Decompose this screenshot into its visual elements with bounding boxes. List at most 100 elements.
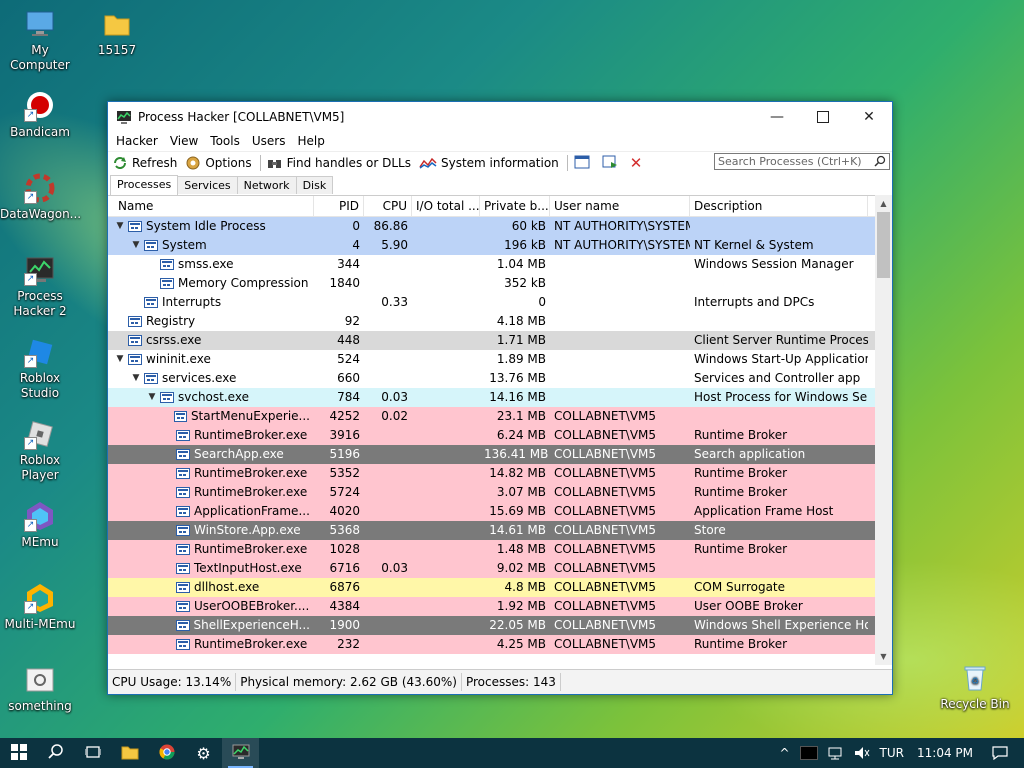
cell-pid: 344 — [337, 257, 360, 271]
vertical-scrollbar[interactable]: ▲ ▼ — [875, 195, 892, 665]
tab-processes[interactable]: Processes — [110, 175, 179, 195]
menu-users[interactable]: Users — [246, 134, 292, 148]
search-processes-input[interactable]: Search Processes (Ctrl+K) — [714, 153, 890, 170]
column-header-pid[interactable]: PID — [314, 196, 364, 216]
network-icon[interactable] — [828, 746, 844, 760]
taskbar-settings[interactable]: ⚙ — [185, 738, 222, 768]
table-row[interactable]: ApplicationFrame... 4020 15.69 MB COLLABNET… — [108, 502, 890, 521]
table-row[interactable]: ▼ System 4 5.90 196 kB NT AUTHORITY\SYSTEM NT … — [108, 236, 890, 255]
shortcut-arrow-icon: ↗ — [24, 109, 37, 122]
table-row[interactable]: RuntimeBroker.exe 1028 1.48 MB COLLABNET\VM… — [108, 540, 890, 559]
go-to-window-button[interactable] — [602, 155, 618, 172]
terminate-button[interactable]: ✕ — [630, 154, 643, 172]
table-row[interactable]: RuntimeBroker.exe 5352 14.82 MB COLLABNET\V… — [108, 464, 890, 483]
table-row[interactable]: Registry 92 4.18 MB — [108, 312, 890, 331]
table-row[interactable]: StartMenuExperie... 4252 0.02 23.1 MB COLLAB… — [108, 407, 890, 426]
taskbar-file-explorer[interactable] — [111, 738, 148, 768]
system-information-button[interactable]: System information — [419, 156, 559, 170]
column-header-name[interactable]: Name — [108, 196, 314, 216]
table-row[interactable]: csrss.exe 448 1.71 MB Client Server Runtime… — [108, 331, 890, 350]
cell-io — [412, 464, 480, 483]
options-button[interactable]: Options — [185, 155, 252, 171]
desktop-icon-multi-memu[interactable]: ↗ Multi-MEmu — [0, 582, 80, 632]
desktop-icon-my-computer[interactable]: My Computer — [0, 8, 80, 73]
cell-user-name — [550, 388, 690, 407]
task-view-button[interactable] — [74, 738, 111, 768]
clock[interactable]: 11:04 PM — [917, 746, 973, 760]
desktop-icon-folder-15157[interactable]: 15157 — [77, 8, 157, 58]
table-row[interactable]: TextInputHost.exe 6716 0.03 9.02 MB COLLABNE… — [108, 559, 890, 578]
desktop-icon-bandicam[interactable]: ↗ Bandicam — [0, 90, 80, 140]
find-handles-button[interactable]: Find handles or DLLs — [267, 156, 411, 170]
table-row[interactable]: ▼ wininit.exe 524 1.89 MB Windows Start-Up A… — [108, 350, 890, 369]
table-row[interactable]: WinStore.App.exe 5368 14.61 MB COLLABNET\VM… — [108, 521, 890, 540]
cell-cpu — [364, 616, 412, 635]
menu-help[interactable]: Help — [291, 134, 330, 148]
table-row[interactable]: UserOOBEBroker.... 4384 1.92 MB COLLABNET\V… — [108, 597, 890, 616]
process-window-icon — [176, 449, 190, 460]
chevron-up-icon: ^ — [779, 746, 790, 760]
table-row[interactable]: ▼ services.exe 660 13.76 MB Services and Con… — [108, 369, 890, 388]
title-bar[interactable]: Process Hacker [COLLABNET\VM5] — ✕ — [108, 102, 892, 131]
cell-name: smss.exe — [108, 255, 314, 274]
search-button[interactable] — [37, 738, 74, 768]
table-row[interactable]: RuntimeBroker.exe 3916 6.24 MB COLLABNET\VM… — [108, 426, 890, 445]
table-row[interactable]: RuntimeBroker.exe 232 4.25 MB COLLABNET\VM5… — [108, 635, 890, 654]
cell-io — [412, 445, 480, 464]
maximize-button[interactable] — [800, 102, 846, 131]
column-header-user-name[interactable]: User name — [550, 196, 690, 216]
scroll-up-icon[interactable]: ▲ — [875, 195, 892, 212]
tab-services[interactable]: Services — [177, 176, 238, 194]
refresh-button[interactable]: Refresh — [112, 156, 177, 170]
expand-chevron-icon[interactable]: ▼ — [130, 236, 142, 255]
cell-name: dllhost.exe — [108, 578, 314, 597]
menu-tools[interactable]: Tools — [204, 134, 246, 148]
table-row[interactable]: smss.exe 344 1.04 MB Windows Session Manage… — [108, 255, 890, 274]
notifications-button[interactable] — [992, 746, 1008, 760]
menu-view[interactable]: View — [164, 134, 204, 148]
column-header-description[interactable]: Description — [690, 196, 868, 216]
tab-disk[interactable]: Disk — [295, 176, 334, 194]
table-row[interactable]: dllhost.exe 6876 4.8 MB COLLABNET\VM5 COM Su… — [108, 578, 890, 597]
expand-chevron-icon[interactable]: ▼ — [130, 369, 142, 388]
cell-private-bytes: 136.41 MB — [484, 447, 549, 461]
cell-cpu: 0.02 — [381, 409, 408, 423]
tray-app-icon[interactable] — [799, 746, 818, 760]
menu-hacker[interactable]: Hacker — [110, 134, 164, 148]
cell-cpu — [364, 445, 412, 464]
column-header-cpu[interactable]: CPU — [364, 196, 412, 216]
table-row[interactable]: ▼ System Idle Process 0 86.86 60 kB NT AUTHOR… — [108, 217, 890, 236]
desktop-icon-recycle-bin[interactable]: ♻ Recycle Bin — [935, 662, 1015, 712]
expand-chevron-icon[interactable]: ▼ — [146, 388, 158, 407]
window-properties-button[interactable] — [574, 155, 590, 172]
desktop-icon-memu[interactable]: ↗ MEmu — [0, 500, 80, 550]
scroll-down-icon[interactable]: ▼ — [875, 648, 892, 665]
desktop-icon-roblox-player[interactable]: ↗ Roblox Player — [0, 418, 80, 483]
close-button[interactable]: ✕ — [846, 102, 892, 131]
cell-io — [412, 578, 480, 597]
column-header-io[interactable]: I/O total ... — [412, 196, 480, 216]
table-row[interactable]: ShellExperienceH... 1900 22.05 MB COLLABNET… — [108, 616, 890, 635]
table-row[interactable]: RuntimeBroker.exe 5724 3.07 MB COLLABNET\VM… — [108, 483, 890, 502]
tab-network[interactable]: Network — [236, 176, 297, 194]
expand-chevron-icon[interactable]: ▼ — [114, 217, 126, 236]
desktop-icon-label: Recycle Bin — [940, 697, 1010, 711]
desktop-icon-roblox-studio[interactable]: ↗ Roblox Studio — [0, 336, 80, 401]
language-indicator[interactable]: TUR — [880, 746, 904, 760]
table-row[interactable]: ▼ svchost.exe 784 0.03 14.16 MB Host Process … — [108, 388, 890, 407]
scroll-thumb[interactable] — [877, 212, 890, 278]
start-button[interactable] — [0, 738, 37, 768]
desktop-icon-something[interactable]: something — [0, 664, 80, 714]
taskbar-process-hacker[interactable] — [222, 738, 259, 768]
minimize-button[interactable]: — — [754, 102, 800, 131]
desktop-icon-datawagon[interactable]: ↗ DataWagon... — [0, 172, 81, 222]
volume-icon[interactable] — [854, 746, 870, 760]
table-row[interactable]: SearchApp.exe 5196 136.41 MB COLLABNET\VM5 S… — [108, 445, 890, 464]
table-row[interactable]: Interrupts 0.33 0 Interrupts and DPCs — [108, 293, 890, 312]
expand-chevron-icon[interactable]: ▼ — [114, 350, 126, 369]
desktop-icon-process-hacker[interactable]: ↗ Process Hacker 2 — [0, 254, 80, 319]
table-row[interactable]: Memory Compression 1840 352 kB — [108, 274, 890, 293]
column-header-private-bytes[interactable]: Private b... — [480, 196, 550, 216]
taskbar-chrome[interactable] — [148, 738, 185, 768]
show-hidden-icons-button[interactable]: ^ — [779, 746, 789, 760]
